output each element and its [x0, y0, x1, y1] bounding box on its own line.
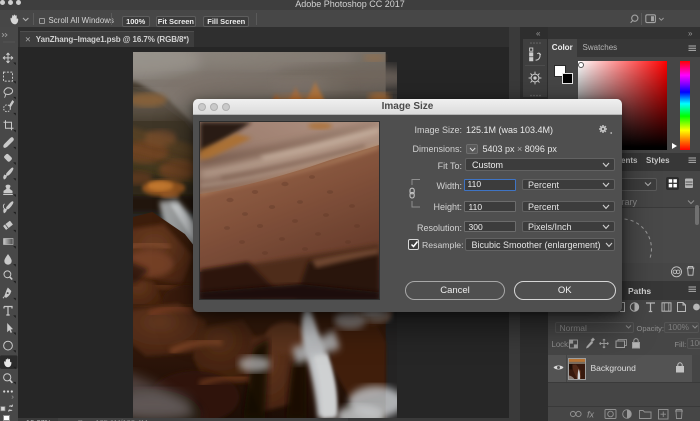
svg-text:fx: fx — [587, 410, 595, 420]
